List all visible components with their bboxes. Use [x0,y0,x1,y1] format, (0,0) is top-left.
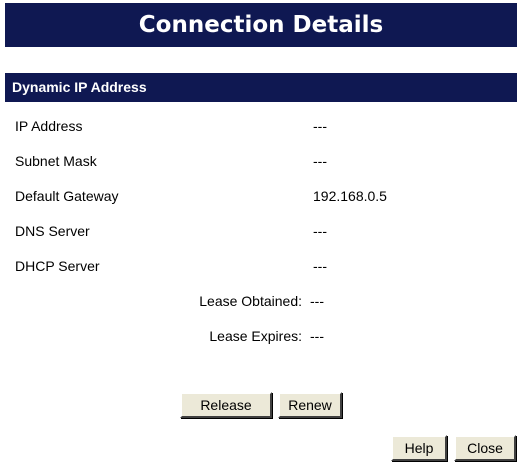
page-title: Connection Details [5,3,517,47]
lease-expires-row: Lease Expires: --- [0,326,519,346]
renew-button[interactable]: Renew [278,392,342,418]
default-gateway-value: 192.168.0.5 [313,188,387,204]
dns-server-label: DNS Server [15,223,90,239]
lease-obtained-label: Lease Obtained: [199,293,302,309]
subnet-mask-label: Subnet Mask [15,153,97,169]
close-button[interactable]: Close [454,435,516,461]
lease-expires-value: --- [310,328,324,344]
ip-address-row: IP Address --- [0,116,519,136]
subnet-mask-value: --- [313,153,327,169]
dns-server-row: DNS Server --- [0,221,519,241]
release-button[interactable]: Release [180,392,272,418]
lease-expires-label: Lease Expires: [209,328,302,344]
dhcp-server-row: DHCP Server --- [0,256,519,276]
lease-obtained-row: Lease Obtained: --- [0,291,519,311]
lease-obtained-value: --- [310,293,324,309]
ip-address-label: IP Address [15,118,83,134]
default-gateway-label: Default Gateway [15,188,119,204]
section-header-dynamic-ip: Dynamic IP Address [5,73,517,102]
default-gateway-row: Default Gateway 192.168.0.5 [0,186,519,206]
subnet-mask-row: Subnet Mask --- [0,151,519,171]
dhcp-server-value: --- [313,258,327,274]
help-button[interactable]: Help [391,435,447,461]
dhcp-server-label: DHCP Server [15,258,100,274]
ip-address-value: --- [313,118,327,134]
dns-server-value: --- [313,223,327,239]
